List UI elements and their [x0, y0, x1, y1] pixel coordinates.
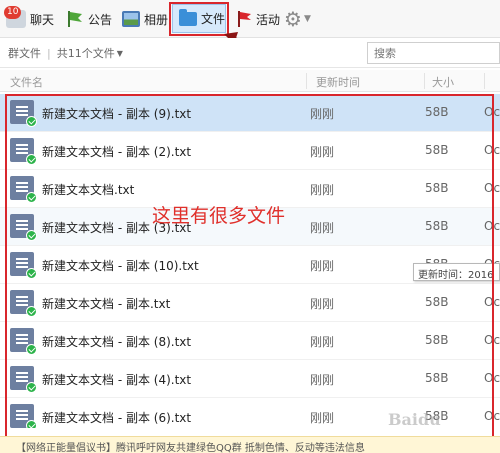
picture-icon — [122, 11, 140, 27]
update-time-tooltip: 更新时间：2016 — [413, 263, 500, 281]
file-name: 新建文本文档 - 副本 (2).txt — [42, 145, 192, 159]
file-uploader: Oc — [484, 105, 500, 119]
filter-left: 群文件 | 共11个文件 ▼ — [8, 45, 123, 61]
album-tab-label: 相册 — [144, 12, 169, 27]
file-uploader: Oc — [484, 295, 500, 309]
file-time: 刚刚 — [310, 221, 335, 235]
file-time: 刚刚 — [310, 297, 335, 311]
file-name: 新建文本文档.txt — [42, 183, 135, 197]
chevron-down-icon: ▼ — [303, 14, 311, 24]
file-size: 58B — [425, 333, 449, 347]
file-uploader: Oc — [484, 181, 500, 195]
album-tab[interactable]: 相册 — [122, 6, 168, 32]
file-size: 58B — [425, 143, 449, 157]
group-toolbar: 10 聊天 公告 相册 文件 活动 ⚙ ▼ — [0, 0, 500, 48]
file-time: 刚刚 — [310, 335, 335, 349]
check-icon — [26, 382, 37, 393]
search-input[interactable] — [367, 42, 500, 64]
chat-tab-label: 聊天 — [30, 12, 55, 27]
chat-icon: 10 — [4, 6, 26, 28]
file-name: 新建文本文档 - 副本.txt — [42, 297, 171, 311]
file-uploader: Oc — [484, 333, 500, 347]
settings-button[interactable]: ⚙ ▼ — [284, 6, 311, 32]
file-tab-highlight-box — [169, 2, 229, 36]
file-list: 新建文本文档 - 副本 (9).txt 刚刚 58B Oc 新建文本文档 - 副… — [0, 92, 500, 428]
red-flag-icon — [238, 11, 251, 27]
file-time: 刚刚 — [310, 145, 335, 159]
column-header-time[interactable]: 更新时间 — [316, 74, 360, 90]
file-row[interactable]: 新建文本文档 - 副本.txt 刚刚 58B Oc — [0, 284, 500, 322]
file-row[interactable]: 新建文本文档 - 副本 (9).txt 刚刚 58B Oc — [0, 94, 500, 132]
column-header-size[interactable]: 大小 — [432, 74, 454, 90]
chat-tab[interactable]: 10 聊天 — [4, 6, 55, 32]
watermark-logo: Baidu — [388, 410, 441, 429]
caret-down-icon[interactable]: ▼ — [117, 49, 123, 58]
check-icon — [26, 192, 37, 203]
file-name: 新建文本文档 - 副本 (8).txt — [42, 335, 192, 349]
check-icon — [26, 268, 37, 279]
column-divider — [484, 73, 485, 89]
check-icon — [26, 306, 37, 317]
annotation-text: 这里有很多文件 — [152, 205, 286, 227]
file-size: 58B — [425, 181, 449, 195]
column-divider — [424, 73, 425, 89]
file-time: 刚刚 — [310, 183, 335, 197]
file-uploader: Oc — [484, 409, 500, 423]
file-row[interactable]: 新建文本文档 - 副本 (4).txt 刚刚 58B Oc — [0, 360, 500, 398]
file-size: 58B — [425, 219, 449, 233]
file-uploader: Oc — [484, 219, 500, 233]
file-name: 新建文本文档 - 副本 (10).txt — [42, 259, 199, 273]
file-time: 刚刚 — [310, 259, 335, 273]
column-divider — [306, 73, 307, 89]
unread-badge: 10 — [4, 6, 22, 19]
check-icon — [26, 154, 37, 165]
filter-bar: 群文件 | 共11个文件 ▼ — [0, 38, 500, 68]
file-time: 刚刚 — [310, 107, 335, 121]
notice-tab-label: 公告 — [88, 12, 113, 27]
file-row[interactable]: 新建文本文档 - 副本 (2).txt 刚刚 58B Oc — [0, 132, 500, 170]
separator: | — [47, 46, 51, 60]
check-icon — [26, 230, 37, 241]
check-icon — [26, 116, 37, 127]
file-uploader: Oc — [484, 371, 500, 385]
file-size: 58B — [425, 295, 449, 309]
file-name: 新建文本文档 - 副本 (9).txt — [42, 107, 192, 121]
file-list-header: 文件名 更新时间 大小 — [0, 70, 500, 92]
file-time: 刚刚 — [310, 411, 335, 425]
file-name: 新建文本文档 - 副本 (4).txt — [42, 373, 192, 387]
column-header-name[interactable]: 文件名 — [10, 74, 43, 90]
group-files-link[interactable]: 群文件 — [8, 45, 41, 61]
file-time: 刚刚 — [310, 373, 335, 387]
file-row[interactable]: 新建文本文档 - 副本 (8).txt 刚刚 58B Oc — [0, 322, 500, 360]
notice-banner[interactable]: 【网络正能量倡议书】腾讯呼吁网友共建绿色QQ群 抵制色情、反动等违法信息 — [0, 436, 500, 453]
notice-tab[interactable]: 公告 — [66, 6, 112, 32]
flag-icon — [68, 11, 82, 27]
gear-icon: ⚙ — [284, 7, 302, 31]
file-size: 58B — [425, 371, 449, 385]
file-size: 58B — [425, 105, 449, 119]
check-icon — [26, 420, 37, 428]
file-uploader: Oc — [484, 143, 500, 157]
file-count-dropdown[interactable]: 共11个文件 — [57, 45, 115, 61]
check-icon — [26, 344, 37, 355]
file-name: 新建文本文档 - 副本 (6).txt — [42, 411, 192, 425]
activity-tab-label: 活动 — [256, 12, 281, 27]
